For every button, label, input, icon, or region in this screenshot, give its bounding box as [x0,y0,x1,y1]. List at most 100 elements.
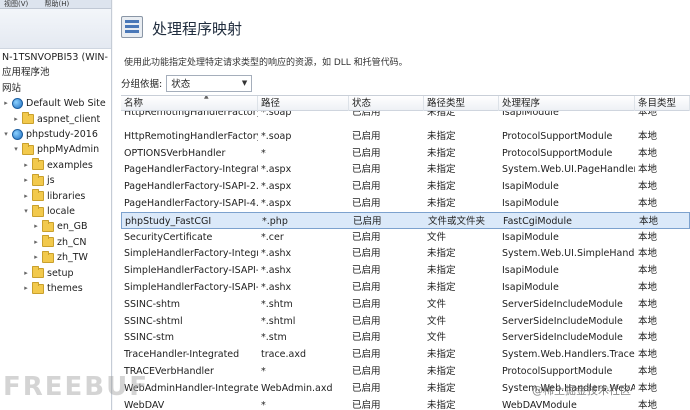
table-row[interactable]: PageHandlerFactory-ISAPI-2.0 *.aspx 已启用 未指定… [121,178,690,195]
menu-help[interactable]: 帮助(H) [45,0,70,8]
tree-item-label: Default Web Site [26,98,106,110]
column-header-state[interactable]: 状态 [349,96,424,111]
cell-path-type: 文件 [427,315,447,327]
folder-icon [42,219,54,232]
expand-arrow-icon[interactable]: ▸ [2,96,10,111]
table-row[interactable]: PageHandlerFactory-ISAPI-4.0 *.aspx 已启用 未指定… [121,195,690,212]
collapse-arrow-icon[interactable]: ▾ [12,142,20,157]
expand-arrow-icon[interactable]: ▸ [22,266,30,281]
tree-item[interactable]: ▸ Default Web Site [2,96,106,111]
cell-name: SSINC-shtm [124,298,180,310]
column-header-path[interactable]: 路径 [258,96,349,111]
group-by-select[interactable]: 状态 ▼ [166,74,253,92]
cell-handler: IsapiModule [502,198,559,209]
cell-entry-type: 本地 [638,332,658,344]
tree-item-label: 网站 [2,82,22,94]
cell-state: 已启用 [352,382,381,394]
cell-name: PageHandlerFactory-Integrated [124,164,258,176]
collapse-arrow-icon[interactable]: ▾ [22,204,30,219]
expand-arrow-icon[interactable]: ▸ [32,250,40,265]
cell-name: SimpleHandlerFactory-Integrated [124,248,258,260]
column-header-handler[interactable]: 处理程序 [499,96,635,111]
table-row[interactable]: OPTIONSVerbHandler * 已启用 未指定 ProtocolSupport… [121,145,690,162]
folder-icon [32,173,44,186]
cell-state: 已启用 [352,181,381,193]
folder-icon [42,250,54,263]
cell-handler: IsapiModule [502,282,559,293]
cell-entry-type: 本地 [638,198,658,209]
expand-arrow-icon[interactable]: ▸ [22,189,30,204]
cell-entry-type: 本地 [638,181,658,193]
cell-name: phpStudy_FastCGI [125,215,212,227]
cell-state: 已启用 [353,215,382,227]
table-row[interactable]: SimpleHandlerFactory-ISAPI-4.0*.ashx 已启用 未… [121,279,690,296]
column-header-entry-type[interactable]: 条目类型 [635,96,690,111]
table-row[interactable]: SSINC-shtm *.shtm 已启用 文件 ServerSideIncludeMo… [121,296,690,313]
table-row[interactable]: PageHandlerFactory-Integrated *.aspx 已启用 未指… [121,161,690,178]
tree-item[interactable]: ▸ en_GB [32,219,88,234]
column-header-path-type[interactable]: 路径类型 [424,96,499,111]
tree-item[interactable]: ▾ phpMyAdmin [12,142,99,157]
cell-path-type: 文件 [427,231,447,243]
table-row[interactable]: TRACEVerbHandler * 已启用 未指定 ProtocolSupportMo… [121,363,690,380]
cell-path-type: 未指定 [427,164,456,176]
column-header-name[interactable]: 名称 [121,96,258,111]
cell-entry-type: 本地 [638,282,658,293]
table-row[interactable]: SSINC-stm *.stm 已启用 文件 ServerSideIncludeModu… [121,329,690,346]
expand-arrow-icon[interactable]: ▸ [32,235,40,250]
cell-handler: ProtocolSupportModule [502,147,613,159]
tree-item[interactable]: ▸ libraries [22,189,85,204]
cell-path: *.shtml [261,315,296,327]
cell-state: 已启用 [352,130,381,142]
cell-entry-type: 本地 [638,265,658,277]
chevron-down-icon: ▼ [241,79,248,87]
cell-path: * [261,399,266,410]
tree-item[interactable]: N-1TSNVOPBI53 (WIN- [2,50,108,65]
cell-entry-type: 本地 [638,366,658,377]
cell-handler: ServerSideIncludeModule [502,332,623,344]
table-row[interactable]: phpStudy_FastCGI *.php 已启用 文件或文件夹 FastCgiMod… [121,211,690,229]
collapse-arrow-icon[interactable]: ▾ [2,127,10,142]
folder-icon [22,142,34,155]
tree-item[interactable]: ▸ examples [22,158,93,173]
table-row[interactable]: SimpleHandlerFactory-ISAPI-2.0*.ashx 已启用 未… [121,262,690,279]
table-row[interactable]: SecurityCertificate *.cer 已启用 文件 IsapiModule… [121,229,690,246]
tree-item[interactable]: 应用程序池 [2,65,50,80]
cell-path: *.aspx [261,198,292,209]
expand-arrow-icon[interactable]: ▸ [22,173,30,188]
tree-item[interactable]: ▾ locale [22,204,75,219]
tree-item[interactable]: 网站 [2,81,21,96]
cell-handler: FastCgiModule [503,215,572,227]
tree-item[interactable]: ▸ aspnet_client [12,112,100,127]
cell-path-type: 未指定 [427,130,456,142]
table-row[interactable]: HttpRemotingHandlerFactory-soap*.soap 已启用… [121,128,690,145]
tree-item[interactable]: ▸ js [22,173,55,188]
cell-state: 已启用 [352,332,381,344]
tree-item[interactable]: ▸ themes [22,281,83,296]
table-row[interactable]: SimpleHandlerFactory-Integrated*.ashx 已启用… [121,245,690,262]
tree-item-label: js [47,175,55,187]
cell-path-type: 未指定 [427,147,456,159]
cell-name: PageHandlerFactory-ISAPI-2.0 [124,181,258,193]
cell-path-type: 未指定 [427,349,456,361]
menu-view[interactable]: 视图(V) [4,0,28,8]
tree-item-label: zh_TW [57,252,88,264]
expand-arrow-icon[interactable]: ▸ [22,281,30,296]
tree-item[interactable]: ▸ zh_CN [32,235,87,250]
table-row[interactable]: TraceHandler-Integrated trace.axd 已启用 未指定 Sy… [121,346,690,363]
tree-item[interactable]: ▸ setup [22,266,74,281]
table-row[interactable]: WebDAV * 已启用 未指定 WebDAVModule 本地 [121,397,690,410]
tree-item[interactable]: ▸ zh_TW [32,250,88,265]
expand-arrow-icon[interactable]: ▸ [12,112,20,127]
cell-handler: ProtocolSupportModule [502,366,613,377]
tree-item-label: 应用程序池 [2,67,50,79]
cell-path-type: 未指定 [427,248,456,260]
expand-arrow-icon[interactable]: ▸ [22,158,30,173]
menu-bar: 视图(V) 帮助(H) [0,0,111,9]
cell-state: 已启用 [352,315,381,327]
tree-item[interactable]: ▾ phpstudy-2016 [2,127,98,142]
table-row[interactable]: SSINC-shtml *.shtml 已启用 文件 ServerSideInclude… [121,313,690,330]
cell-entry-type: 本地 [638,164,658,176]
cell-path-type: 未指定 [427,382,456,394]
expand-arrow-icon[interactable]: ▸ [32,219,40,234]
